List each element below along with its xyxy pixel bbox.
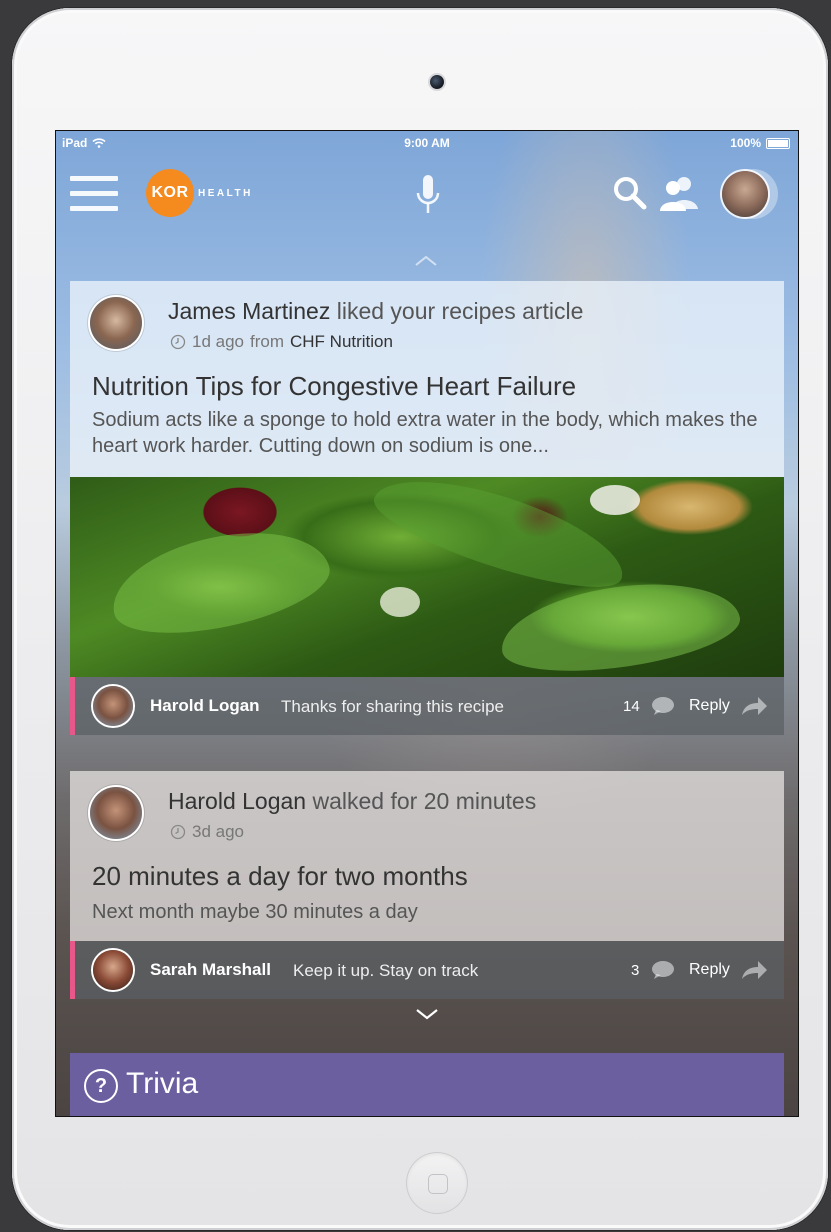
logo-text: HEALTH xyxy=(198,187,253,199)
time-ago: 1d ago xyxy=(192,332,244,351)
comment-text: Thanks for sharing this recipe xyxy=(281,697,504,716)
home-button[interactable] xyxy=(406,1152,468,1214)
commenter-name[interactable]: Sarah Marshall xyxy=(150,960,271,980)
feed-card-activity[interactable]: Harold Logan walked for 20 minutes 3d ag… xyxy=(70,771,784,999)
front-camera xyxy=(430,75,444,89)
activity-headline: Harold Logan walked for 20 minutes xyxy=(168,788,536,815)
time-ago: 3d ago xyxy=(192,822,244,841)
kor-health-logo[interactable]: KOR HEALTH xyxy=(146,169,253,217)
home-button-icon xyxy=(428,1174,448,1194)
avatar[interactable] xyxy=(90,787,142,839)
app-screen: iPad 9:00 AM 100% KOR HEALTH James Marti… xyxy=(55,130,799,1117)
status-time: 9:00 AM xyxy=(404,136,450,150)
card-header: James Martinez liked your recipes articl… xyxy=(70,281,784,477)
reply-button[interactable]: Reply xyxy=(689,697,730,715)
logo-mark: KOR xyxy=(146,169,194,217)
clock-icon xyxy=(170,824,186,840)
share-arrow-icon[interactable] xyxy=(740,695,768,717)
activity-meta: 1d ago from CHF Nutrition xyxy=(170,332,393,352)
article-excerpt: Sodium acts like a sponge to hold extra … xyxy=(92,409,758,457)
share-arrow-icon[interactable] xyxy=(740,959,768,981)
reply-button[interactable]: Reply xyxy=(689,961,730,979)
latest-comment: Sarah Marshall Keep it up. Stay on track… xyxy=(70,941,784,999)
actor-name[interactable]: James Martinez xyxy=(168,298,330,324)
search-icon[interactable] xyxy=(612,175,648,211)
feed-card-article[interactable]: James Martinez liked your recipes articl… xyxy=(70,281,784,735)
battery-percent: 100% xyxy=(730,136,761,150)
profile-avatar[interactable] xyxy=(722,171,768,217)
activity-action: walked for 20 minutes xyxy=(312,788,537,814)
activity-excerpt: Next month maybe 30 minutes a day xyxy=(92,901,418,923)
chevron-down-icon[interactable] xyxy=(414,1007,440,1021)
actor-name[interactable]: Harold Logan xyxy=(168,788,306,814)
chevron-up-icon[interactable] xyxy=(412,253,440,267)
trivia-label: Trivia xyxy=(126,1067,199,1100)
comment-bubble-icon[interactable] xyxy=(651,960,675,980)
activity-headline: James Martinez liked your recipes articl… xyxy=(168,298,583,325)
microphone-icon[interactable] xyxy=(414,173,442,217)
menu-icon[interactable] xyxy=(70,176,118,212)
comment-count: 3 xyxy=(631,962,640,979)
app-header: KOR HEALTH xyxy=(56,153,798,233)
battery-icon xyxy=(766,137,790,149)
article-image[interactable] xyxy=(70,477,784,677)
trivia-card[interactable]: ? Trivia xyxy=(70,1053,784,1116)
comment-bubble-icon[interactable] xyxy=(651,696,675,716)
avatar[interactable] xyxy=(90,297,142,349)
latest-comment: Harold Logan Thanks for sharing this rec… xyxy=(70,677,784,735)
source-link[interactable]: CHF Nutrition xyxy=(290,332,393,352)
avatar[interactable] xyxy=(93,950,133,990)
commenter-name[interactable]: Harold Logan xyxy=(150,696,260,716)
status-bar: iPad 9:00 AM 100% xyxy=(56,131,798,153)
activity-action: liked your recipes article xyxy=(336,298,584,324)
clock-icon xyxy=(170,334,186,350)
question-icon: ? xyxy=(84,1069,118,1103)
activity-meta: 3d ago xyxy=(170,822,244,842)
people-icon[interactable] xyxy=(658,175,700,211)
card-header: Harold Logan walked for 20 minutes 3d ag… xyxy=(70,771,784,941)
article-title[interactable]: Nutrition Tips for Congestive Heart Fail… xyxy=(92,371,576,402)
from-label: from xyxy=(250,332,284,351)
comment-text: Keep it up. Stay on track xyxy=(293,961,479,980)
comment-count: 14 xyxy=(623,698,640,715)
activity-title[interactable]: 20 minutes a day for two months xyxy=(92,861,468,892)
avatar[interactable] xyxy=(93,686,133,726)
